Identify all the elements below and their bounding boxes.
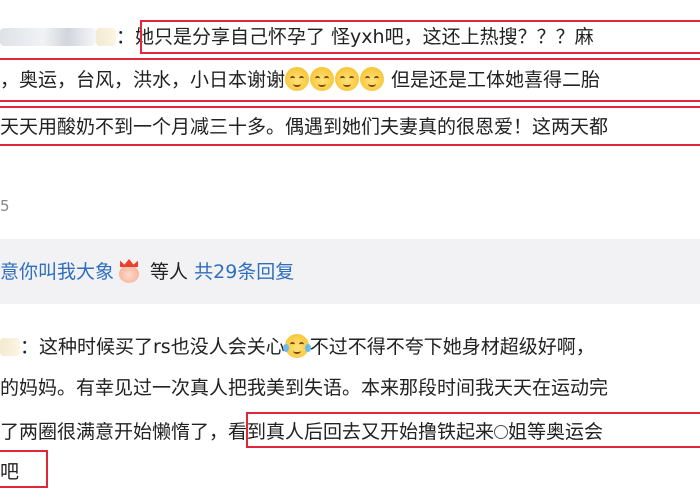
comment2-text-line3a: 了两圈很满意开始懒惰了	[0, 421, 210, 443]
comment2-text-line2: 的妈妈。有幸见过一次真人把我美到失语。本来那段时间我天天在运动完	[0, 377, 609, 399]
reply-count-link[interactable]: 共29条回复	[194, 261, 294, 283]
like-count[interactable]: 5	[0, 197, 10, 215]
blurred-username[interactable]	[0, 28, 96, 46]
reply-suffix: 等人	[144, 261, 195, 283]
comment2-text-line1b: 不过不得不夸下她身材超级好啊，	[309, 336, 595, 358]
crying-laughing-emoji-icon	[282, 334, 311, 358]
replies-summary[interactable]: 意你叫我大象 等人 共29条回复	[0, 259, 294, 284]
comment2-line1: ：这种时候买了rs也没人会关心 不过不得不夸下她身材超级好啊，	[0, 334, 595, 359]
reply-username[interactable]: 意你叫我大象	[0, 261, 114, 283]
blurred-badge-icon	[96, 28, 116, 46]
crown-avatar-icon	[117, 259, 141, 283]
blurred-username[interactable]	[0, 338, 20, 356]
highlight-box-1	[140, 20, 700, 54]
highlight-box-3	[0, 106, 700, 146]
highlight-box-2	[0, 58, 700, 102]
comment2-text-line1a: ：这种时候买了rs也没人会关心	[20, 336, 285, 358]
comment2-line2: 的妈妈。有幸见过一次真人把我美到失语。本来那段时间我天天在运动完	[0, 376, 608, 400]
highlight-box-5	[0, 450, 48, 488]
highlight-box-4	[246, 412, 700, 448]
